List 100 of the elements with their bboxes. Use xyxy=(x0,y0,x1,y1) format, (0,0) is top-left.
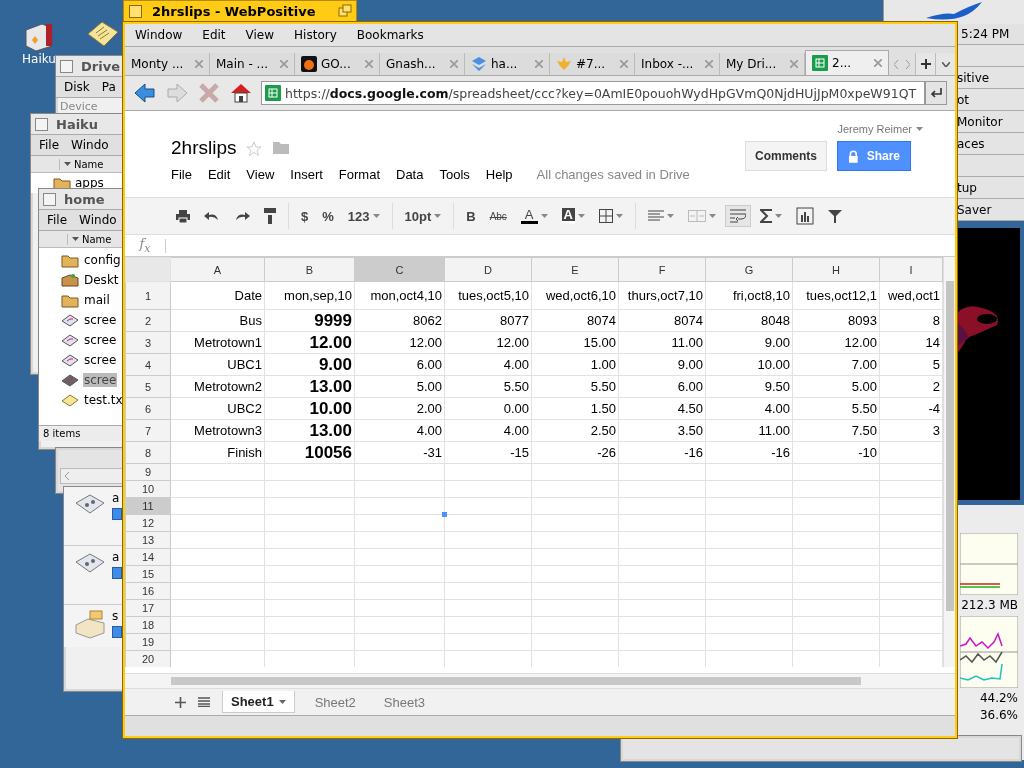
browser-tab[interactable]: My Dri... xyxy=(720,53,805,75)
go-button[interactable] xyxy=(925,81,947,105)
menu-item[interactable]: Data xyxy=(396,167,424,182)
toolbar-button[interactable]: $ xyxy=(296,204,314,228)
menu-item[interactable]: Format xyxy=(338,167,380,182)
sheet-tab[interactable]: Sheet1 xyxy=(222,691,295,713)
url-field[interactable]: https://docs.google.com/spreadsheet/ccc?key=0AmIE0pouohWydHpGVmQ0NjdHUjJpM0xpeW91QT xyxy=(261,81,925,105)
fill-handle[interactable] xyxy=(442,512,447,517)
column-header[interactable]: G xyxy=(705,257,793,282)
toolbar-button[interactable]: % xyxy=(317,204,339,228)
home-icon[interactable] xyxy=(229,81,253,105)
zoom-box-icon[interactable] xyxy=(338,4,352,18)
caret-icon[interactable] xyxy=(666,214,674,218)
menu-item[interactable]: Tools xyxy=(439,167,470,182)
browser-tab[interactable]: ha... xyxy=(465,53,550,75)
browser-tab[interactable]: GO... xyxy=(295,53,380,75)
row-header[interactable]: 7 xyxy=(125,419,171,442)
browser-tab[interactable]: 2... xyxy=(805,50,889,75)
menu-item[interactable]: Windo xyxy=(79,213,117,227)
menu-item[interactable]: View xyxy=(246,167,275,182)
close-tab-icon[interactable] xyxy=(450,60,458,68)
sheet-tab[interactable]: Sheet2 xyxy=(306,691,364,713)
file-name[interactable]: config xyxy=(83,253,122,267)
column-header[interactable]: A xyxy=(170,257,265,282)
sort-caret-icon[interactable] xyxy=(72,237,79,241)
menu-item[interactable]: Insert xyxy=(290,167,323,182)
menu-item[interactable]: File xyxy=(39,138,60,152)
sheet-tab[interactable]: Sheet3 xyxy=(375,691,434,713)
row-header[interactable]: 1 xyxy=(125,281,171,310)
scroll-left-icon[interactable] xyxy=(894,59,899,69)
wrap-button[interactable] xyxy=(724,205,751,227)
toolbar-button[interactable]: B xyxy=(461,204,481,228)
scroll-right-icon[interactable] xyxy=(905,59,910,69)
menu-item[interactable]: File xyxy=(47,213,68,227)
close-tab-icon[interactable] xyxy=(620,60,628,68)
menu-item[interactable]: Disk xyxy=(64,80,90,94)
menu-item[interactable]: Window xyxy=(135,28,183,42)
menu-item[interactable]: File xyxy=(171,167,192,182)
close-tab-icon[interactable] xyxy=(790,60,798,68)
toolbar-button[interactable]: 10pt xyxy=(399,204,447,228)
toolbar-button[interactable]: Abc xyxy=(484,206,512,226)
menu-item[interactable]: Pa xyxy=(101,80,116,94)
menu-item[interactable]: Bookmarks xyxy=(356,28,424,42)
close-box[interactable] xyxy=(129,4,142,18)
file-name[interactable]: mail xyxy=(83,293,111,307)
back-arrow-icon[interactable] xyxy=(133,81,157,105)
close-tab-icon[interactable] xyxy=(705,60,713,68)
browser-tab[interactable]: Monty ... xyxy=(125,53,210,75)
browser-tab[interactable]: #7... xyxy=(550,53,635,75)
close-box[interactable] xyxy=(35,117,48,131)
close-tab-icon[interactable] xyxy=(280,60,288,68)
row-header[interactable]: 2 xyxy=(125,309,171,332)
caret-icon[interactable] xyxy=(434,214,442,218)
scrollbar-thumb[interactable] xyxy=(946,281,954,611)
caret-icon[interactable] xyxy=(372,214,380,218)
browser-tab[interactable]: Main - ... xyxy=(210,53,295,75)
row-header[interactable]: 4 xyxy=(125,353,171,376)
window-tab[interactable]: 2hrslips - WebPositive xyxy=(123,0,357,22)
close-tab-icon[interactable] xyxy=(874,59,882,67)
caret-icon[interactable] xyxy=(540,214,548,218)
column-header[interactable]: E xyxy=(531,257,619,282)
file-name[interactable]: scree xyxy=(83,333,118,347)
close-box[interactable] xyxy=(43,192,56,206)
menu-item[interactable]: History xyxy=(294,28,337,42)
desktop-icon-label[interactable]: Haiku xyxy=(22,52,56,66)
tab-menu-button[interactable] xyxy=(935,53,955,75)
new-tab-button[interactable] xyxy=(915,53,935,75)
file-name[interactable]: scree xyxy=(83,353,118,367)
close-tab-icon[interactable] xyxy=(365,60,373,68)
file-name[interactable]: scree xyxy=(83,373,118,387)
caret-icon[interactable] xyxy=(615,214,623,218)
column-header[interactable]: I xyxy=(879,257,943,282)
row-header[interactable]: 5 xyxy=(125,375,171,398)
comments-button[interactable]: Comments xyxy=(745,141,827,171)
forward-arrow-icon[interactable] xyxy=(165,81,189,105)
sort-caret-icon[interactable] xyxy=(64,162,71,166)
close-tab-icon[interactable] xyxy=(195,60,203,68)
close-tab-icon[interactable] xyxy=(535,60,543,68)
row-header[interactable]: 3 xyxy=(125,331,171,354)
text-color-button[interactable]: A xyxy=(515,204,553,228)
close-box[interactable] xyxy=(60,59,73,73)
toolbar-button[interactable]: 123 xyxy=(342,204,385,228)
menu-item[interactable]: Edit xyxy=(207,167,231,182)
add-sheet-icon[interactable] xyxy=(175,696,186,708)
column-header[interactable]: B xyxy=(264,257,355,282)
scrollbar-thumb[interactable] xyxy=(171,677,861,685)
account-name[interactable]: Jeremy Reimer xyxy=(837,123,912,135)
menu-item[interactable]: Help xyxy=(485,167,513,182)
row-header[interactable]: 8 xyxy=(125,441,171,464)
caret-icon[interactable] xyxy=(774,214,782,218)
file-name[interactable]: scree xyxy=(83,313,118,327)
folder-icon[interactable] xyxy=(272,141,291,155)
note-icon[interactable] xyxy=(86,20,120,48)
menu-item[interactable]: Edit xyxy=(202,28,226,42)
browser-tab[interactable]: Inbox -... xyxy=(635,53,720,75)
menu-item[interactable]: View xyxy=(245,28,275,42)
document-title[interactable]: 2hrslips xyxy=(171,137,237,159)
clock[interactable]: 5:24 PM xyxy=(961,27,1010,41)
column-header[interactable]: D xyxy=(444,257,532,282)
caret-icon[interactable] xyxy=(708,214,716,218)
